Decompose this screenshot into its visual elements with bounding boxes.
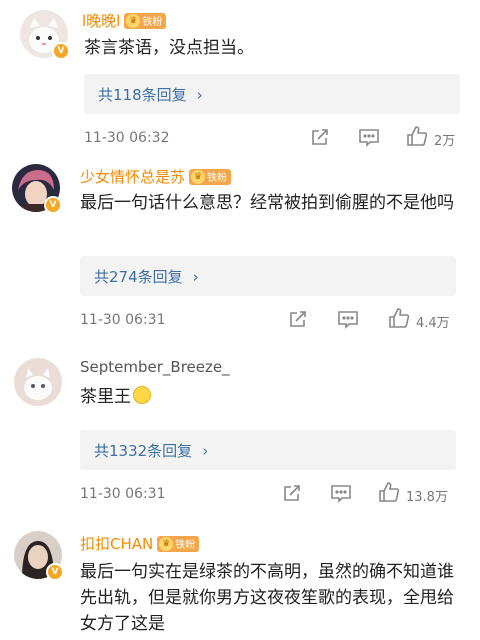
reply-summary-box[interactable]: 共1332条回复 › <box>80 430 456 470</box>
timestamp: 11-30 06:32 <box>84 130 170 146</box>
comment-text: 最后一句实在是绿茶的不高明，虽然的确不知道谁先出轨，但是就你男方这夜夜笙歌的表现… <box>80 562 454 634</box>
username[interactable]: 少女情怀总是苏 ♛ 铁粉 <box>80 166 232 187</box>
emoji-icon <box>133 386 151 404</box>
reply-summary-link[interactable]: 共118条回复 › <box>98 84 203 105</box>
timestamp: 11-30 06:31 <box>80 312 166 328</box>
comment-item: V l晚晚l ♛ 铁粉 茶言茶语，没点担当。 共118条回复 › 11-30 06:… <box>0 0 480 150</box>
verified-badge-icon: V <box>46 563 64 581</box>
username[interactable]: 扣扣CHAN ♛ 铁粉 <box>80 533 200 554</box>
reply-summary-text: 共118条回复 <box>98 86 187 104</box>
verified-badge-icon: V <box>44 196 62 214</box>
fan-badge-label: 铁粉 <box>207 173 228 184</box>
like-count: 2万 <box>434 134 456 149</box>
username-text[interactable]: l晚晚l <box>82 10 120 31</box>
chevron-right-icon: › <box>196 86 203 104</box>
like-count: 4.4万 <box>416 316 450 331</box>
comment-icon[interactable] <box>358 127 380 147</box>
comment-text: 茶里王 <box>80 384 464 410</box>
crown-icon: ♛ <box>126 13 141 28</box>
username[interactable]: September_Breeze_ <box>80 358 230 376</box>
fan-badge-label: 铁粉 <box>142 17 163 28</box>
share-icon[interactable] <box>282 483 302 503</box>
username-text[interactable]: 扣扣CHAN <box>80 533 153 554</box>
comment-icon[interactable] <box>330 483 352 503</box>
reply-summary-link[interactable]: 共1332条回复 › <box>94 440 208 461</box>
crown-icon: ♛ <box>159 536 174 551</box>
comment-icon[interactable] <box>337 309 359 329</box>
share-icon[interactable] <box>310 127 330 147</box>
chevron-right-icon: › <box>202 442 209 460</box>
share-icon[interactable] <box>288 309 308 329</box>
reply-summary-box[interactable]: 共118条回复 › <box>84 74 460 114</box>
thumbs-up-icon[interactable] <box>378 481 400 503</box>
fan-badge: ♛ 铁粉 <box>189 168 232 185</box>
comment-text-content: 茶里王 <box>80 387 131 407</box>
comment-text: 最后一句话什么意思？经常被拍到偷腥的不是他吗 <box>80 193 454 213</box>
comment-item: V 少女情怀总是苏 ♛ 铁粉 最后一句话什么意思？经常被拍到偷腥的不是他吗 共27… <box>0 160 480 335</box>
fan-badge: ♛ 铁粉 <box>157 535 200 552</box>
reply-summary-box[interactable]: 共274条回复 › <box>80 256 456 296</box>
comment-item: September_Breeze_ 茶里王 共1332条回复 › 11-30 06… <box>0 350 480 515</box>
chevron-right-icon: › <box>192 268 199 286</box>
thumbs-up-icon[interactable] <box>406 125 428 147</box>
fan-badge-label: 铁粉 <box>175 540 196 551</box>
verified-badge-icon: V <box>52 42 70 60</box>
crown-icon: ♛ <box>191 169 206 184</box>
reply-summary-link[interactable]: 共274条回复 › <box>94 266 199 287</box>
avatar[interactable] <box>14 358 62 406</box>
timestamp: 11-30 06:31 <box>80 486 166 502</box>
comment-item: V 扣扣CHAN ♛ 铁粉 最后一句实在是绿茶的不高明，虽然的确不知道谁先出轨，但… <box>0 525 480 640</box>
username-text[interactable]: 少女情怀总是苏 <box>80 166 185 187</box>
like-count: 13.8万 <box>406 490 448 505</box>
thumbs-up-icon[interactable] <box>388 307 410 329</box>
reply-summary-text: 共1332条回复 <box>94 442 193 460</box>
reply-summary-text: 共274条回复 <box>94 268 183 286</box>
username-text[interactable]: September_Breeze_ <box>80 358 230 376</box>
comment-text: 茶言茶语，没点担当。 <box>84 38 254 58</box>
username[interactable]: l晚晚l ♛ 铁粉 <box>82 10 167 31</box>
fan-badge: ♛ 铁粉 <box>124 12 167 29</box>
